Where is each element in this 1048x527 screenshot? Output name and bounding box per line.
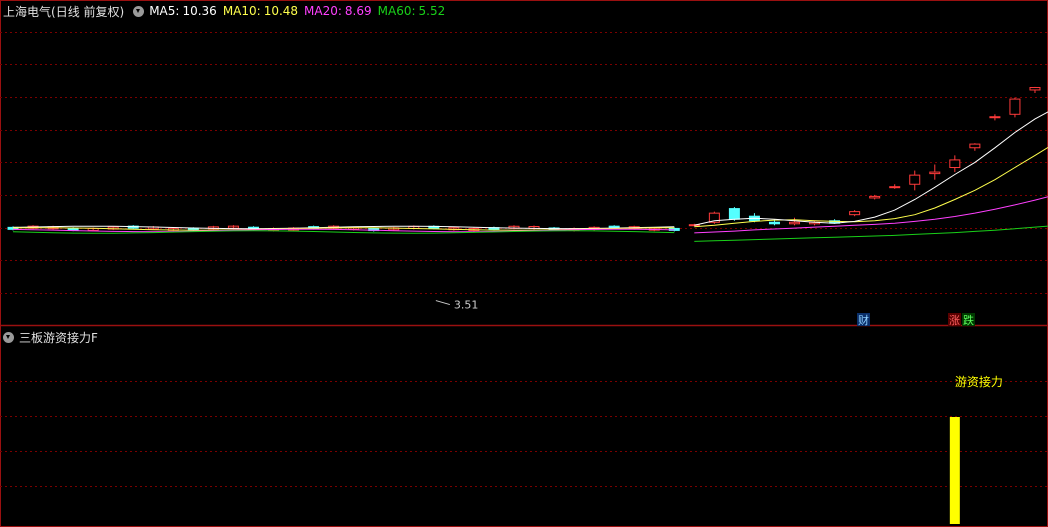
candle-body [849,211,861,216]
ma10-label: MA10: [222,4,261,18]
low-price-pointer [435,300,451,306]
ma60-label: MA60: [377,4,416,18]
indicator-header: 三板游资接力F [0,327,98,347]
signal-bar [949,417,960,524]
candle-body [1029,87,1041,91]
candle-body [789,221,801,225]
chart-frame [0,0,1048,527]
ma5-value: 10.36 [182,4,217,18]
ma10-value: 10.48 [263,4,299,18]
candle-body [909,174,921,185]
ma20-value: 8.69 [344,4,372,18]
candle-body [768,221,780,225]
event-rise-tag: 涨 [949,314,960,327]
ma20-label: MA20: [304,4,342,18]
low-price-label: 3.51 [454,299,479,312]
chart-canvas[interactable]: 12.303.51财涨跌游资接力 [0,0,1048,527]
candle-body [869,195,881,199]
ma10-line [694,146,1048,228]
candle-body [989,116,1001,119]
candle-body [889,186,901,189]
ma5-label: MA5: [149,4,180,18]
candle-body [949,159,961,169]
indicator-title: 三板游资接力F [19,330,98,345]
candle-body [728,208,740,220]
candle-body [969,143,981,149]
candle-body [1009,98,1021,115]
ma60-value: 5.52 [418,4,446,18]
candle-body [929,171,941,175]
main-chart-header: 上海电气 (日线 前复权) MA5: 10.36 MA10: 10.48 MA2… [3,1,451,21]
chevron-down-icon[interactable] [3,331,14,343]
event-finance-tag: 财 [858,313,869,327]
chart-window[interactable]: 12.303.51财涨跌游资接力 上海电气 (日线 前复权) MA5: 10.3… [0,0,1048,527]
signal-label: 游资接力 [955,374,1003,389]
stock-name: 上海电气 [3,4,52,19]
chevron-down-icon[interactable] [133,5,145,17]
period-label: (日线 前复权) [51,4,125,19]
event-fall-tag: 跌 [963,313,974,327]
